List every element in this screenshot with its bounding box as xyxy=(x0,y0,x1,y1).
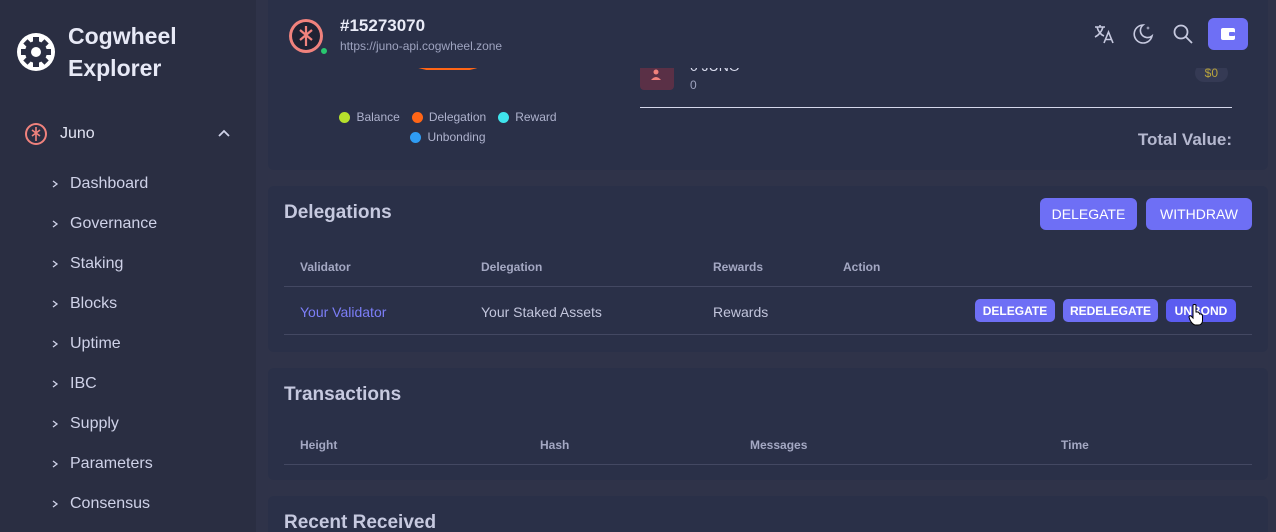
chevron-up-icon[interactable] xyxy=(216,126,232,142)
legend-dot xyxy=(339,111,351,123)
legend-reward: Reward xyxy=(498,110,557,124)
chevron-right-icon xyxy=(52,420,59,428)
table-divider xyxy=(284,464,1252,465)
sidebar-item-label: Consensus xyxy=(70,495,151,512)
transactions-card: Transactions Height Hash Messages Time xyxy=(268,368,1268,480)
total-value-label: Total Value: xyxy=(1137,130,1232,149)
legend-balance: Balance xyxy=(339,110,400,124)
transactions-title: Transactions xyxy=(284,384,402,405)
sidebar-item-parameters[interactable]: Parameters xyxy=(50,444,157,484)
delegations-card: Delegations DELEGATE WITHDRAW Validator … xyxy=(268,186,1268,352)
chevron-right-icon xyxy=(52,380,59,388)
sidebar-item-ibc[interactable]: IBC xyxy=(50,364,157,404)
latest-block-height: #15273070 xyxy=(340,16,426,35)
sidebar-item-label: Governance xyxy=(70,215,158,232)
sidebar-item-label: Uptime xyxy=(70,335,121,352)
app-title: Cogwheel Explorer xyxy=(68,23,177,81)
table-divider xyxy=(284,334,1252,335)
sidebar-item-consensus[interactable]: Consensus xyxy=(50,484,157,524)
chevron-right-icon xyxy=(52,180,59,188)
sidebar-item-label: Supply xyxy=(70,415,119,432)
legend-dot xyxy=(498,111,510,123)
col-messages: Messages xyxy=(750,438,808,452)
online-status-dot xyxy=(319,46,329,56)
row-delegate-button[interactable]: DELEGATE xyxy=(975,299,1055,322)
brand[interactable]: Cogwheel Explorer xyxy=(16,20,208,84)
cogwheel-logo-icon xyxy=(17,33,55,71)
withdraw-button[interactable]: WITHDRAW xyxy=(1146,198,1252,230)
sidebar-item-label: Staking xyxy=(70,255,124,272)
chevron-right-icon xyxy=(52,460,59,468)
search-icon[interactable] xyxy=(1171,22,1195,46)
sidebar: Cogwheel Explorer Juno Dashboard Governa… xyxy=(0,0,256,532)
recent-received-card: Recent Received xyxy=(268,496,1268,532)
col-delegation: Delegation xyxy=(481,260,543,274)
sidebar-item-label: IBC xyxy=(70,375,97,392)
pointer-cursor-icon xyxy=(1188,304,1203,326)
sidebar-item-label: Parameters xyxy=(70,455,153,472)
sidebar-item-label: Blocks xyxy=(70,295,118,312)
chain-name: Juno xyxy=(60,125,95,142)
chevron-right-icon xyxy=(52,220,59,228)
chart-legend: Balance Delegation Reward Unbonding xyxy=(308,110,588,150)
recent-received-title: Recent Received xyxy=(284,512,437,532)
wallet-icon xyxy=(1221,28,1235,40)
chevron-right-icon xyxy=(52,340,59,348)
sidebar-item-supply[interactable]: Supply xyxy=(50,404,157,444)
translate-icon[interactable] xyxy=(1092,22,1116,46)
sidebar-item-uptime[interactable]: Uptime xyxy=(50,324,157,364)
col-height: Height xyxy=(300,438,338,452)
table-divider xyxy=(284,286,1252,287)
col-validator: Validator xyxy=(300,260,351,274)
legend-unbonding: Unbonding xyxy=(410,130,486,144)
chevron-right-icon xyxy=(52,500,59,508)
legend-dot xyxy=(411,111,423,123)
sidebar-item-staking[interactable]: Staking xyxy=(50,244,157,284)
sidebar-item-label: Dashboard xyxy=(70,175,149,192)
col-action: Action xyxy=(843,260,881,274)
delegate-button[interactable]: DELEGATE xyxy=(1040,198,1137,230)
row-redelegate-button[interactable]: REDELEGATE xyxy=(1063,299,1158,322)
top-header: #15273070 https://juno-api.cogwheel.zone xyxy=(268,0,1268,68)
col-rewards: Rewards xyxy=(713,260,764,274)
sidebar-nav: Dashboard Governance Staking Blocks Upti… xyxy=(50,164,157,524)
juno-logo-icon xyxy=(25,123,47,145)
delegation-cell: Your Staked Assets xyxy=(481,304,602,320)
chain-selector[interactable]: Juno xyxy=(24,122,238,146)
asset-sub-amount: 0 xyxy=(690,78,697,92)
theme-toggle-icon[interactable] xyxy=(1131,22,1155,46)
sidebar-item-governance[interactable]: Governance xyxy=(50,204,157,244)
chevron-right-icon xyxy=(52,300,59,308)
sidebar-item-dashboard[interactable]: Dashboard xyxy=(50,164,157,204)
col-time: Time xyxy=(1061,438,1089,452)
wallet-button[interactable] xyxy=(1208,18,1248,50)
legend-delegation: Delegation xyxy=(411,110,486,124)
api-endpoint[interactable]: https://juno-api.cogwheel.zone xyxy=(340,39,502,53)
rewards-cell: Rewards xyxy=(713,304,769,320)
legend-dot xyxy=(410,131,422,143)
delegations-title: Delegations xyxy=(284,202,392,223)
col-hash: Hash xyxy=(540,438,570,452)
chevron-right-icon xyxy=(52,260,59,268)
sidebar-item-blocks[interactable]: Blocks xyxy=(50,284,157,324)
validator-link[interactable]: Your Validator xyxy=(300,304,386,320)
